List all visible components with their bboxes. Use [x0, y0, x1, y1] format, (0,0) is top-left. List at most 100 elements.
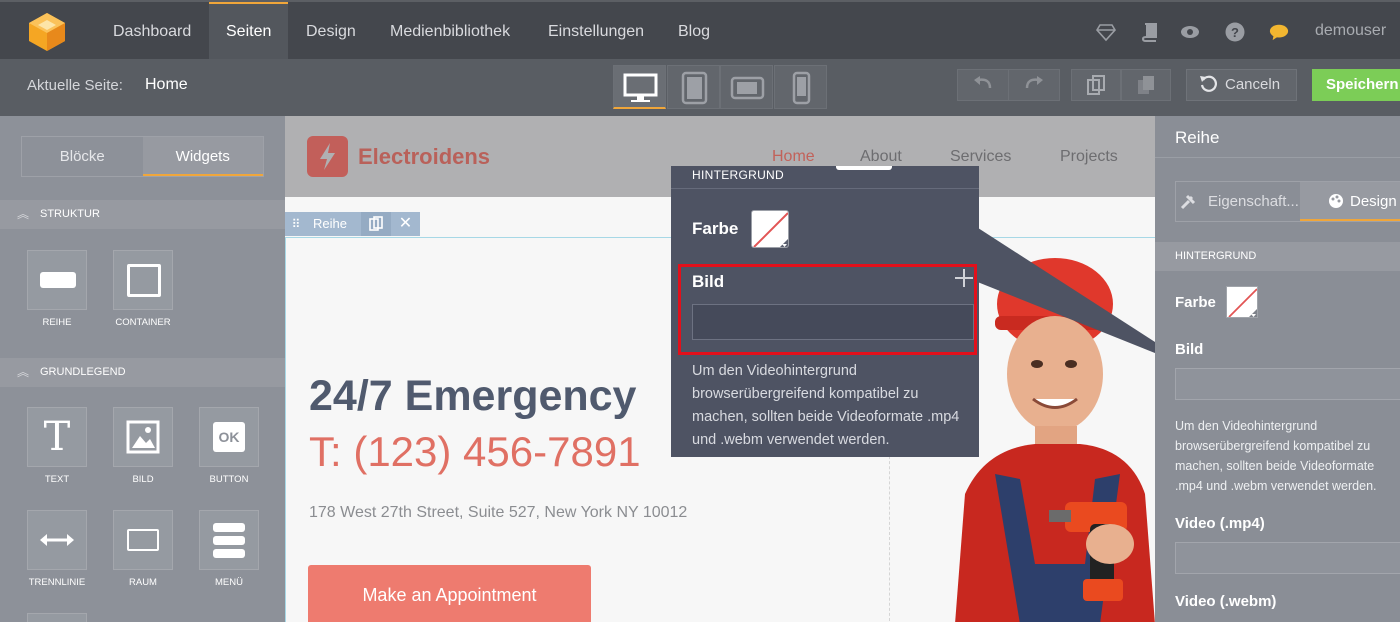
widget-raum[interactable]: RAUM: [113, 510, 173, 588]
current-page-label: Aktuelle Seite:: [27, 77, 123, 94]
widget-label: CONTAINER: [115, 317, 171, 328]
tab-bloecke[interactable]: Blöcke: [22, 137, 143, 176]
section-grundlegend[interactable]: ︽ GRUNDLEGEND: [0, 358, 285, 387]
section-struktur[interactable]: ︽ STRUKTUR: [0, 200, 285, 229]
nav-dashboard[interactable]: Dashboard: [96, 2, 208, 59]
redo-icon: [1025, 76, 1043, 89]
copy-icon: [1087, 75, 1105, 95]
tablet-portrait-icon: [681, 71, 708, 105]
popup-color-label: Farbe: [692, 219, 739, 238]
image-icon: [126, 420, 160, 454]
wrench-icon: [1180, 194, 1196, 210]
color-swatch[interactable]: [1226, 286, 1258, 318]
widget-trennlinie[interactable]: TRENNLINIE: [27, 510, 87, 588]
image-input[interactable]: [1175, 368, 1400, 400]
paste-button[interactable]: [1121, 69, 1171, 101]
popup-section-title: HINTERGRUND: [692, 168, 784, 182]
collapse-chevron-icon: ︽: [17, 365, 30, 379]
properties-panel: Reihe Eigenschaft... Design HINTERGRUND …: [1155, 116, 1400, 622]
widget-partial[interactable]: [27, 613, 87, 622]
popup-color-swatch[interactable]: [751, 210, 789, 248]
tablet-portrait-view-button[interactable]: [667, 65, 720, 109]
panel-divider: [1155, 157, 1400, 158]
site-nav-projects[interactable]: Projects: [1060, 148, 1118, 166]
tablet-landscape-icon: [730, 76, 765, 100]
widget-label: RAUM: [129, 577, 157, 588]
site-nav-services[interactable]: Services: [950, 148, 1011, 166]
widget-panel: Blöcke Widgets ︽ STRUKTUR REIHE CONTAINE…: [0, 116, 285, 622]
tab-widgets[interactable]: Widgets: [142, 137, 263, 176]
widget-text[interactable]: T TEXT: [27, 407, 87, 485]
divider-icon: [40, 534, 74, 546]
cancel-button[interactable]: Canceln: [1186, 69, 1297, 101]
site-nav-about[interactable]: About: [860, 148, 902, 166]
widget-bild[interactable]: BILD: [113, 407, 173, 485]
nav-medienbibliothek[interactable]: Medienbibliothek: [373, 2, 527, 59]
undo-button[interactable]: [957, 69, 1009, 101]
menu-icon: [213, 523, 245, 558]
container-icon: [127, 264, 161, 297]
diamond-icon[interactable]: [1096, 22, 1116, 42]
hero-headline: 24/7 Emergency: [309, 372, 637, 420]
nav-blog[interactable]: Blog: [661, 2, 727, 59]
no-color-icon: [1228, 288, 1257, 317]
tab-design[interactable]: Design: [1300, 182, 1400, 221]
nav-einstellungen[interactable]: Einstellungen: [531, 2, 661, 59]
phone-icon: [792, 71, 811, 105]
chat-icon[interactable]: [1269, 22, 1289, 42]
cancel-label: Canceln: [1225, 76, 1281, 93]
video-mp4-label: Video (.mp4): [1175, 515, 1265, 532]
row-tag-label[interactable]: Reihe: [307, 212, 361, 236]
palette-icon: [1329, 194, 1343, 208]
widget-container[interactable]: CONTAINER: [113, 250, 173, 328]
nav-design[interactable]: Design: [289, 2, 373, 59]
collapse-chevron-icon: ︽: [17, 207, 30, 221]
copy-row-icon[interactable]: [360, 212, 391, 236]
popup-help-text: Um den Videohintergrund browserübergreif…: [692, 363, 960, 448]
brand-logo: [307, 136, 348, 177]
delete-row-icon[interactable]: ✕: [391, 212, 420, 236]
copy-button[interactable]: [1071, 69, 1121, 101]
highlight-frame: [678, 264, 977, 355]
eye-icon[interactable]: [1180, 22, 1200, 42]
widget-label: BUTTON: [209, 474, 249, 485]
section-struktur-title: STRUKTUR: [40, 208, 100, 220]
svg-text:?: ?: [1231, 25, 1239, 40]
widget-menu[interactable]: MENÜ: [199, 510, 259, 588]
column-divider: [889, 446, 890, 622]
nav-seiten[interactable]: Seiten: [209, 2, 289, 59]
hero-phone: T: (123) 456-7891: [309, 428, 641, 475]
no-color-icon: [753, 212, 788, 247]
tab-eigenschaften[interactable]: Eigenschaft...: [1176, 182, 1300, 221]
tab-design-label: Design: [1350, 193, 1397, 210]
popup-divider: [671, 188, 979, 189]
widget-button[interactable]: OK BUTTON: [199, 407, 259, 485]
phone-view-button[interactable]: [774, 65, 827, 109]
tablet-landscape-view-button[interactable]: [720, 65, 773, 109]
video-webm-label: Video (.webm): [1175, 593, 1277, 610]
widget-label: REIHE: [42, 317, 72, 328]
current-page-name[interactable]: Home: [145, 76, 188, 94]
widget-label: TEXT: [44, 474, 70, 485]
image-label: Bild: [1175, 341, 1204, 358]
undo-icon: [974, 76, 992, 89]
redo-button[interactable]: [1008, 69, 1060, 101]
make-appointment-button[interactable]: Make an Appointment: [308, 565, 591, 622]
help-icon[interactable]: ?: [1225, 22, 1245, 42]
username[interactable]: demouser: [1315, 22, 1386, 40]
book-icon[interactable]: [1140, 22, 1160, 42]
hero-address: 178 West 27th Street, Suite 527, New Yor…: [309, 504, 688, 521]
page-toolbar: Aktuelle Seite: Home Canceln Speichern: [0, 59, 1400, 116]
app-logo[interactable]: [26, 11, 68, 51]
panel-title: Reihe: [1175, 128, 1220, 147]
save-button[interactable]: Speichern: [1312, 69, 1400, 101]
top-navigation: Dashboard Seiten Design Medienbibliothek…: [0, 0, 1400, 59]
text-icon: T: [43, 414, 71, 460]
drag-handle-icon[interactable]: ⠿: [285, 212, 307, 236]
lightning-icon: [320, 143, 335, 170]
site-nav-home[interactable]: Home: [772, 148, 815, 166]
widget-reihe[interactable]: REIHE: [27, 250, 87, 328]
help-text: Um den Videohintergrund browserübergreif…: [1175, 419, 1377, 493]
video-mp4-input[interactable]: [1175, 542, 1400, 574]
desktop-view-button[interactable]: [613, 65, 666, 109]
